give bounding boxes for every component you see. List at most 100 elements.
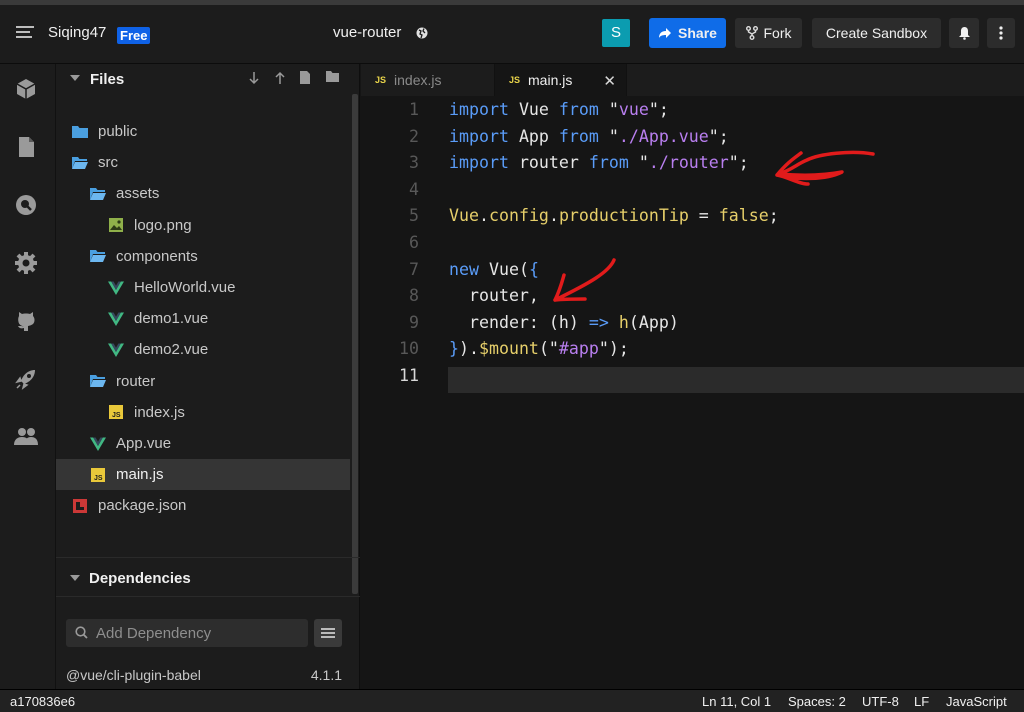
files-title: Files: [90, 71, 125, 88]
file-tree-item[interactable]: router: [56, 366, 350, 397]
menu-icon[interactable]: [16, 26, 34, 40]
rocket-icon[interactable]: [13, 366, 39, 392]
more-menu-button[interactable]: [987, 18, 1015, 48]
js-file-icon: JS: [108, 404, 124, 420]
file-tree-label: demo2.vue: [134, 341, 209, 359]
file-tree-label: logo.png: [134, 216, 192, 234]
line-number: 5: [409, 206, 419, 226]
add-dependency-field[interactable]: [66, 619, 308, 647]
code-token: import: [449, 126, 509, 146]
file-tree-item[interactable]: App.vue: [56, 428, 350, 459]
line-number: 10: [399, 339, 419, 359]
chevron-down-icon: [70, 75, 80, 81]
share-button[interactable]: Share: [649, 18, 726, 48]
username[interactable]: Siqing47: [48, 24, 106, 41]
share-icon: [659, 28, 672, 38]
folder-open-icon: [72, 155, 88, 171]
js-file-icon: JS: [509, 75, 521, 85]
js-file-icon: JS: [90, 467, 106, 483]
sidebar-scrollbar[interactable]: [352, 94, 358, 594]
vue-file-icon: [108, 311, 124, 327]
code-line[interactable]: import router from "./router";: [449, 153, 749, 172]
npm-icon: [72, 498, 88, 514]
code-token: ";: [708, 126, 729, 146]
code-token: from: [558, 100, 599, 119]
vue-file-icon: [90, 436, 106, 452]
files-header[interactable]: Files: [56, 64, 360, 94]
code-token: .: [548, 206, 559, 226]
line-number: 9: [409, 312, 419, 332]
encoding[interactable]: UTF-8: [862, 694, 899, 709]
tab-main-js[interactable]: JS main.js ✕: [494, 64, 627, 96]
gear-icon[interactable]: [13, 250, 39, 276]
file-tree-item[interactable]: src: [56, 147, 350, 178]
github-icon[interactable]: [13, 308, 39, 334]
code-token: App: [508, 126, 559, 146]
code-token: ": [598, 100, 619, 119]
arrow-down-icon[interactable]: [248, 71, 260, 85]
code-token: =: [688, 206, 719, 226]
line-ending[interactable]: LF: [914, 694, 929, 709]
arrow-up-icon[interactable]: [274, 71, 286, 85]
file-tree-item[interactable]: public: [56, 116, 350, 147]
create-sandbox-button[interactable]: Create Sandbox: [812, 18, 941, 48]
project-title[interactable]: vue-router: [333, 24, 401, 41]
code-token: {: [528, 259, 539, 279]
code-token: ": [598, 126, 619, 146]
file-tree-item[interactable]: HelloWorld.vue: [56, 272, 350, 303]
file-tree-item[interactable]: demo1.vue: [56, 303, 350, 334]
file-tree-item[interactable]: assets: [56, 178, 350, 209]
add-dependency-input[interactable]: [96, 619, 301, 647]
code-line[interactable]: }).$mount("#app");: [449, 339, 629, 358]
top-bar: Siqing47 Free vue-router S Share Fork Cr…: [0, 0, 1024, 64]
notifications-button[interactable]: [949, 18, 979, 48]
code-line[interactable]: Vue.config.productionTip = false;: [449, 206, 779, 225]
users-icon[interactable]: [13, 424, 39, 450]
close-icon[interactable]: ✕: [603, 72, 616, 90]
code-token: ");: [598, 339, 629, 359]
tab-index-js[interactable]: JS index.js: [375, 64, 441, 96]
language-mode[interactable]: JavaScript: [946, 694, 1007, 709]
indentation[interactable]: Spaces: 2: [788, 694, 846, 709]
cursor-position[interactable]: Ln 11, Col 1: [702, 694, 771, 709]
dependencies-header[interactable]: Dependencies: [56, 557, 360, 597]
file-tree-item[interactable]: components: [56, 241, 350, 272]
vue-file-icon: [108, 342, 124, 358]
file-tree-item[interactable]: JS index.js: [56, 397, 350, 428]
code-line[interactable]: import Vue from "vue";: [449, 100, 669, 119]
plan-badge: Free: [117, 27, 151, 44]
file-tree-item[interactable]: JS main.js: [56, 459, 350, 491]
code-token: Vue: [508, 100, 559, 119]
file-tree-item[interactable]: package.json: [56, 490, 350, 521]
code-token: vue: [618, 100, 649, 119]
file-icon[interactable]: [13, 134, 39, 160]
editor-tabs: JS index.js JS main.js ✕: [361, 64, 1024, 96]
line-number: 3: [409, 153, 419, 173]
dependency-item[interactable]: @vue/cli-plugin-babel 4.1.1: [66, 667, 342, 683]
fork-label: Fork: [763, 25, 792, 41]
code-line[interactable]: router,: [449, 286, 539, 305]
new-folder-icon[interactable]: [326, 71, 339, 82]
fork-button[interactable]: Fork: [735, 18, 802, 48]
fork-icon: [745, 26, 758, 40]
code-editor[interactable]: 1 import Vue from "vue"; 2 import App from …: [361, 96, 1024, 689]
dependency-options-button[interactable]: [314, 619, 342, 647]
search-icon: [75, 626, 88, 639]
search-icon[interactable]: [13, 192, 39, 218]
new-file-icon[interactable]: [300, 71, 310, 84]
current-line-highlight: [448, 367, 1024, 393]
avatar[interactable]: S: [602, 19, 630, 47]
code-line[interactable]: render: (h) => h(App): [449, 313, 679, 332]
share-label: Share: [678, 25, 717, 41]
cube-icon[interactable]: [13, 76, 39, 102]
file-tree-item[interactable]: demo2.vue: [56, 334, 350, 365]
file-tree-item[interactable]: logo.png: [56, 210, 350, 241]
status-bar: a170836e6 Ln 11, Col 1 Spaces: 2 UTF-8 L…: [0, 689, 1024, 712]
code-token: false: [718, 206, 769, 226]
code-token: (": [538, 339, 559, 359]
chevron-down-icon: [70, 575, 80, 581]
code-line[interactable]: import App from "./App.vue";: [449, 127, 729, 146]
file-tree-label: package.json: [98, 497, 187, 515]
code-line[interactable]: new Vue({: [449, 260, 539, 279]
code-token: Vue: [449, 206, 479, 226]
